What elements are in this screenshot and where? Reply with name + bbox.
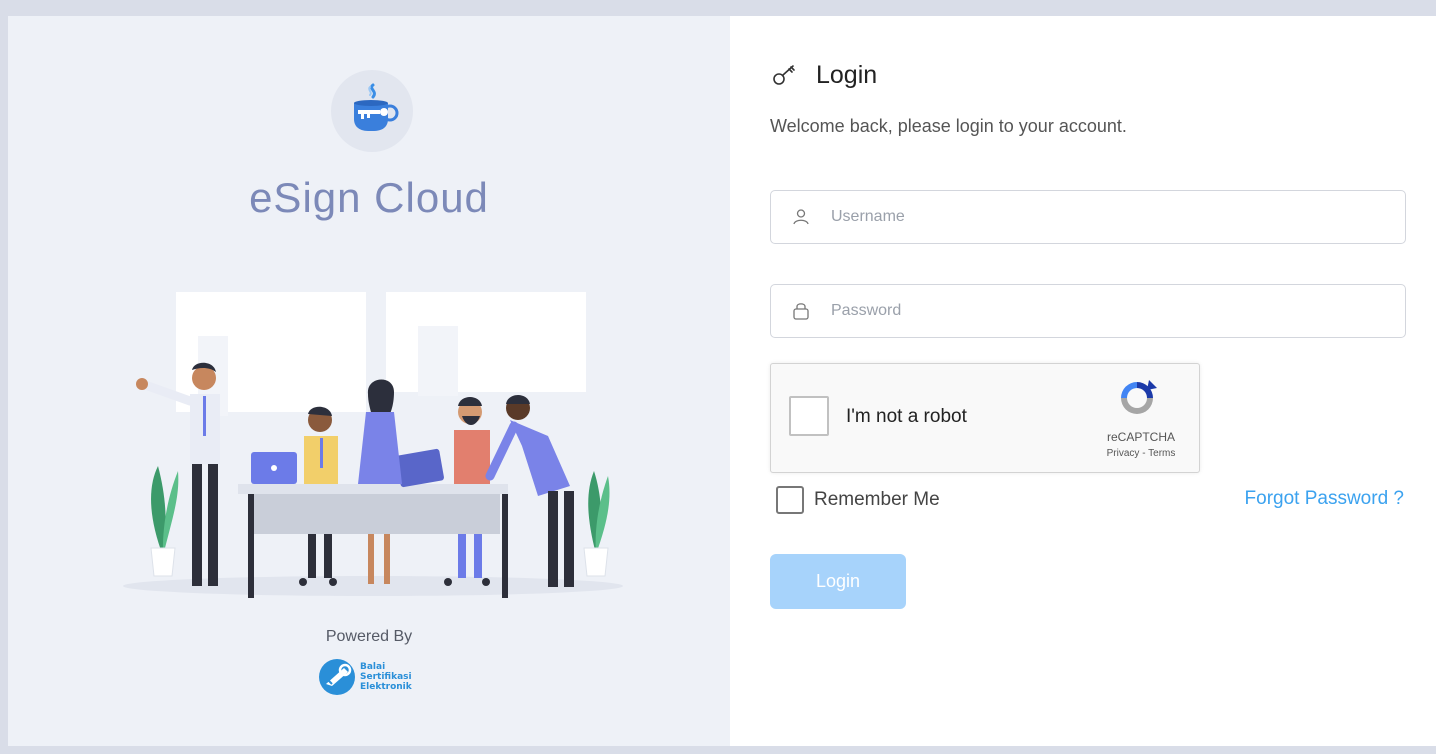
forgot-password-link[interactable]: Forgot Password ? xyxy=(1245,488,1404,510)
recaptcha-brand: reCAPTCHA xyxy=(1106,430,1175,444)
login-title: Login xyxy=(816,60,878,89)
powered-by-label: Powered By xyxy=(325,628,413,645)
brand-name: eSign Cloud xyxy=(249,174,489,221)
app-logo xyxy=(331,70,413,152)
welcome-text: Welcome back, please login to your accou… xyxy=(770,116,1127,136)
bsre-logo: Balai Sertifikasi Elektronik xyxy=(318,656,412,698)
bsre-line-1: Balai xyxy=(360,662,386,672)
coffee-cup-key-icon xyxy=(354,83,399,131)
recaptcha-checkbox[interactable] xyxy=(789,396,829,436)
bsre-line-2: Sertifikasi xyxy=(360,672,412,682)
bsre-emblem-icon xyxy=(319,659,355,695)
recaptcha-links[interactable]: Privacy - Terms xyxy=(1071,448,1211,459)
user-icon xyxy=(793,209,809,225)
key-icon xyxy=(773,65,795,85)
remember-me-label[interactable]: Remember Me xyxy=(814,489,940,511)
team-illustration xyxy=(123,292,623,598)
login-header: Login xyxy=(770,60,877,90)
username-field[interactable] xyxy=(770,190,1406,244)
bsre-line-3: Elektronik xyxy=(360,682,412,692)
login-panel: Login Welcome back, please login to your… xyxy=(730,16,1436,746)
remember-me-checkbox[interactable] xyxy=(776,486,804,514)
recaptcha-widget: I'm not a robot reCAPTCHA Privacy - Term… xyxy=(770,363,1200,473)
recaptcha-icon xyxy=(1121,380,1157,414)
password-input[interactable] xyxy=(831,285,1405,337)
username-input[interactable] xyxy=(831,191,1405,243)
password-field[interactable] xyxy=(770,284,1406,338)
lock-icon xyxy=(793,303,809,320)
recaptcha-label: I'm not a robot xyxy=(846,406,967,427)
login-page: eSign Cloud Powered By Balai Sertifikasi… xyxy=(8,16,1436,746)
remember-me[interactable]: Remember Me xyxy=(776,486,940,514)
login-button[interactable]: Login xyxy=(770,554,906,609)
brand-panel: eSign Cloud Powered By Balai Sertifikasi… xyxy=(8,16,730,746)
